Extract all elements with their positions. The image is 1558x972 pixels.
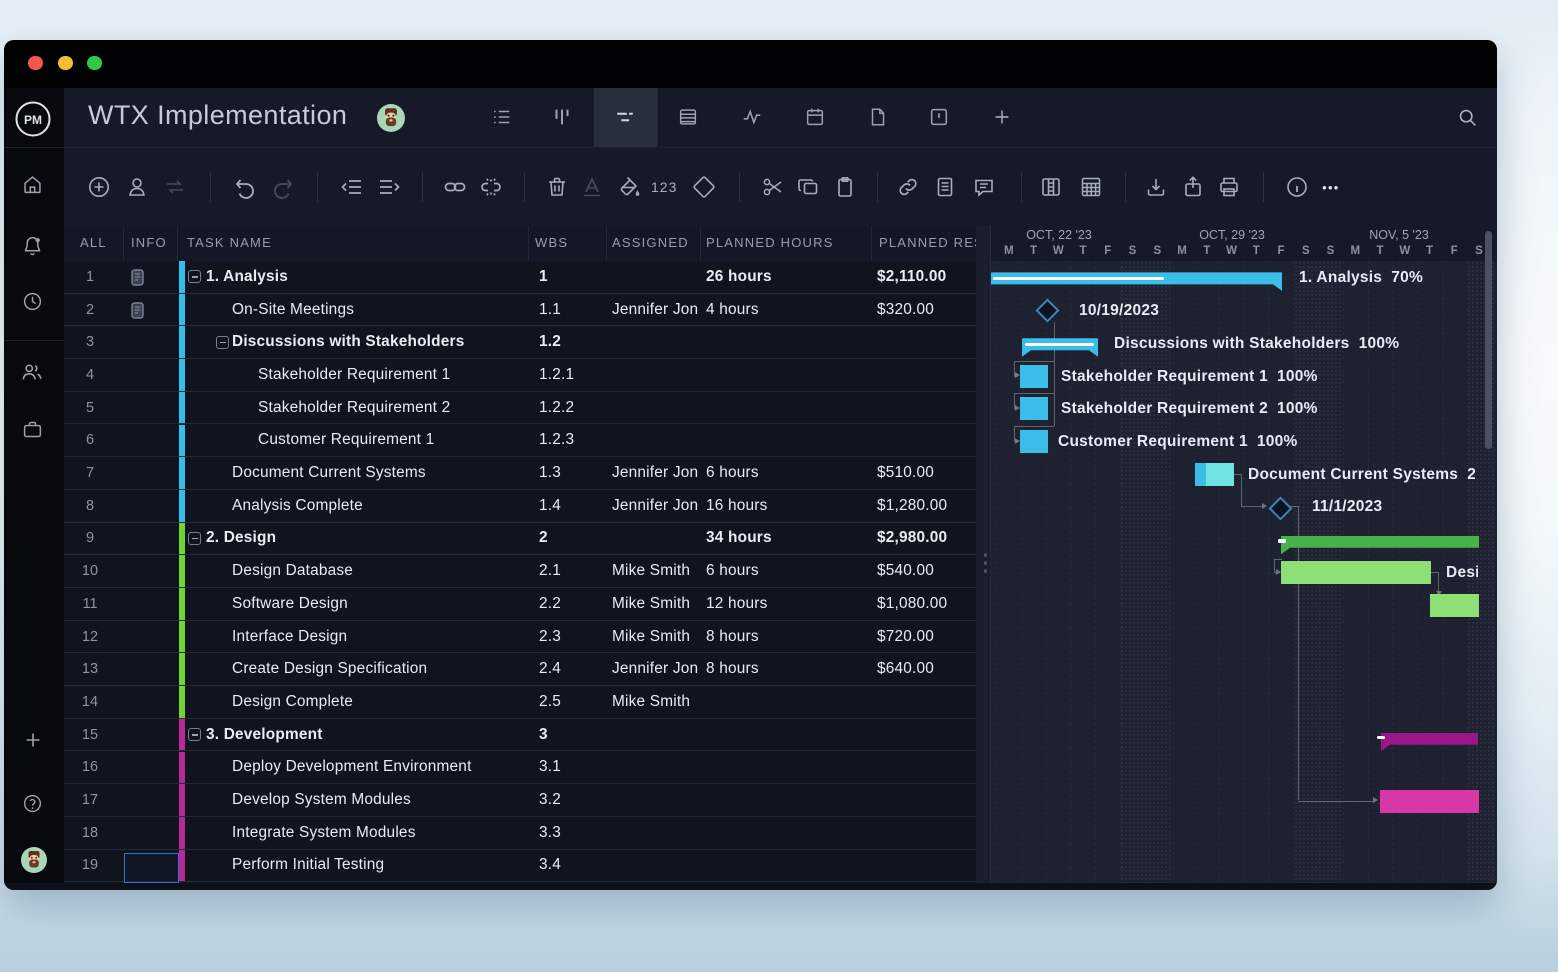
- svg-text:PM: PM: [24, 113, 42, 127]
